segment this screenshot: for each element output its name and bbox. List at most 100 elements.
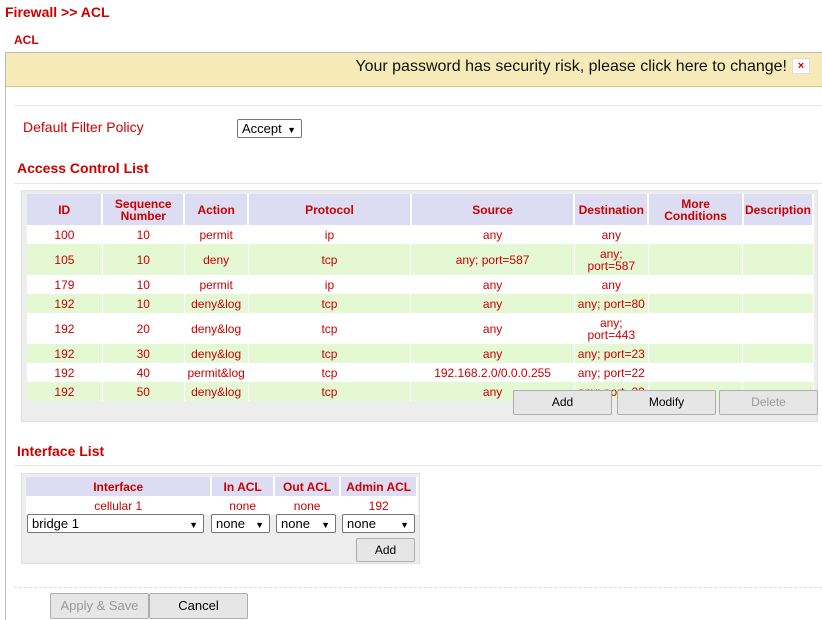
id-cell: 192 [27,313,103,344]
interface-select-value: bridge 1 [32,516,79,531]
description-cell [742,344,814,363]
conditions-cell [648,244,744,275]
acl-header-row: ID Sequence Number Action Protocol Sourc… [27,194,815,225]
delete-acl-button[interactable]: Delete [719,390,818,415]
chevron-down-icon: ▼ [287,125,296,135]
description-cell [742,294,814,313]
conditions-cell [648,363,744,382]
protocol-cell: tcp [248,294,412,313]
admin-acl-select[interactable]: none ▼ [342,514,415,533]
column-header: Action [184,194,250,225]
interface-table: Interface In ACL Out ACL Admin ACL cellu… [26,477,418,515]
divider [14,105,822,106]
interface-list-title: Interface List [17,443,105,459]
source-cell: any [410,225,575,244]
id-cell: 100 [27,225,103,244]
id-cell: 192 [27,294,103,313]
source-cell: any [410,344,575,363]
column-header: Interface [26,477,213,496]
password-warning-banner: Your password has security risk, please … [6,53,822,87]
access-control-list-title: Access Control List [17,160,149,176]
chevron-down-icon: ▼ [321,520,330,530]
content-frame: Your password has security risk, please … [5,52,822,620]
description-cell [742,225,814,244]
out-acl-select[interactable]: none ▼ [276,514,336,533]
acl-panel: ID Sequence Number Action Protocol Sourc… [21,190,818,422]
chevron-down-icon: ▼ [400,520,409,530]
description-cell [742,244,814,275]
interface-header-row: Interface In ACL Out ACL Admin ACL [26,477,418,496]
source-cell: 192.168.2.0/0.0.0.255 [410,363,575,382]
breadcrumb: Firewall >> ACL [5,4,110,20]
password-warning-link[interactable]: Your password has security risk, please … [355,58,787,76]
protocol-cell: tcp [248,313,412,344]
column-header: Out ACL [273,477,342,496]
column-header: More Conditions [648,194,744,225]
description-cell [742,275,814,294]
source-cell: any [410,294,575,313]
table-row[interactable]: 100 10 permit ip any any [27,225,814,244]
add-interface-button[interactable]: Add [356,538,415,562]
column-header: Protocol [248,194,412,225]
source-cell: any [410,275,575,294]
description-cell [742,363,814,382]
table-row[interactable]: 192 10 deny&log tcp any any; port=80 [27,294,814,313]
id-cell: 179 [27,275,103,294]
protocol-cell: ip [248,225,412,244]
id-cell: 192 [27,344,103,363]
table-row[interactable]: cellular 1 none none 192 [26,496,418,515]
divider [14,587,822,588]
apply-save-button[interactable]: Apply & Save [50,593,149,619]
sequence-cell: 10 [102,225,185,244]
description-cell [742,313,814,344]
close-icon[interactable]: × [792,58,810,74]
conditions-cell [648,225,744,244]
sequence-cell: 10 [102,275,185,294]
sequence-cell: 40 [102,363,185,382]
table-row[interactable]: 179 10 permit ip any any [27,275,814,294]
default-filter-policy-select[interactable]: Accept ▼ [237,119,302,138]
id-cell: 192 [27,382,103,401]
source-cell: any; port=587 [410,244,575,275]
out-acl-cell: none [273,496,342,515]
interface-panel: Interface In ACL Out ACL Admin ACL cellu… [21,473,420,564]
sequence-cell: 30 [102,344,185,363]
column-header: Admin ACL [340,477,418,496]
modify-acl-button[interactable]: Modify [617,390,716,415]
sequence-cell: 50 [102,382,185,401]
tab-acl[interactable]: ACL [14,33,39,47]
out-acl-select-value: none [281,516,310,531]
protocol-cell: tcp [248,382,412,401]
conditions-cell [648,344,744,363]
conditions-cell [648,294,744,313]
interface-select[interactable]: bridge 1 ▼ [27,514,204,533]
table-row[interactable]: 192 30 deny&log tcp any any; port=23 [27,344,814,363]
in-acl-select[interactable]: none ▼ [211,514,270,533]
sequence-cell: 20 [102,313,185,344]
default-filter-policy-label: Default Filter Policy [23,119,144,135]
action-cell: deny&log [184,313,249,344]
protocol-cell: ip [248,275,412,294]
protocol-cell: tcp [248,244,412,275]
admin-acl-cell: 192 [340,496,418,515]
column-header: In ACL [211,477,275,496]
admin-acl-select-value: none [347,516,376,531]
in-acl-select-value: none [216,516,245,531]
action-cell: deny&log [184,382,249,401]
column-header: Sequence Number [102,194,186,225]
destination-cell: any; port=22 [574,363,649,382]
table-row[interactable]: 105 10 deny tcp any; port=587 any; port=587 [27,244,814,275]
destination-cell: any; port=443 [574,313,649,344]
action-cell: deny&log [184,294,249,313]
id-cell: 105 [27,244,103,275]
table-row[interactable]: 192 20 deny&log tcp any any; port=443 [27,313,814,344]
action-cell: permit&log [184,363,249,382]
acl-table: ID Sequence Number Action Protocol Sourc… [27,194,815,401]
sequence-cell: 10 [102,244,185,275]
source-cell: any [410,313,575,344]
divider [14,183,822,184]
add-acl-button[interactable]: Add [513,390,612,415]
table-row[interactable]: 192 40 permit&log tcp 192.168.2.0/0.0.0.255 a… [27,363,814,382]
cancel-button[interactable]: Cancel [149,593,248,619]
action-cell: permit [184,225,249,244]
